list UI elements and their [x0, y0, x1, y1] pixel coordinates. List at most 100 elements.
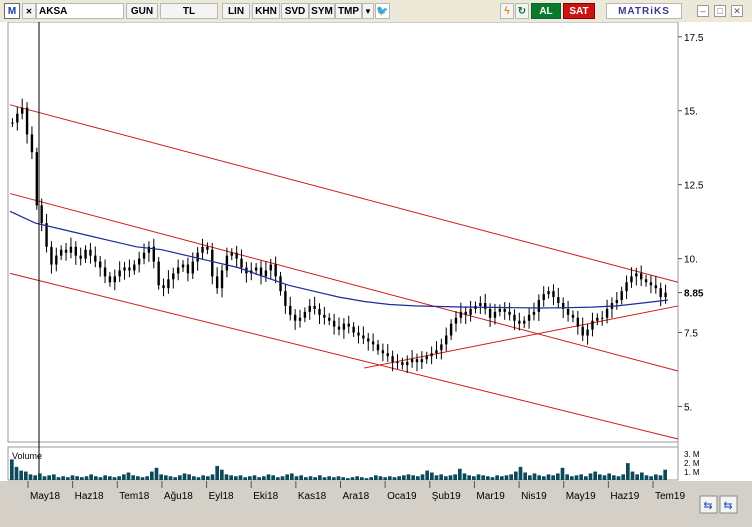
volume-bar [332, 477, 336, 480]
volume-bar [150, 471, 154, 480]
dropdown-arrow-icon[interactable]: ▼ [362, 3, 374, 19]
volume-bar [47, 475, 51, 480]
chart-frame: 17.5 15. 12.5 10. 8.85 7.5 5. 3. M 2. M 1. M Vol… [0, 21, 752, 522]
volume-bar [378, 476, 383, 480]
price-candle [157, 257, 160, 290]
volume-bar [145, 476, 149, 480]
price-chart[interactable]: 17.5 15. 12.5 10. 8.85 7.5 5. 3. M2. M1. M Vol… [0, 21, 752, 522]
volume-bar [117, 476, 121, 480]
volume-bar [122, 474, 126, 480]
volume-bar [537, 475, 541, 480]
volume-bar [570, 476, 574, 480]
scale-button[interactable]: LIN [222, 3, 250, 19]
volume-bar [187, 474, 191, 480]
volume-bar [206, 476, 210, 480]
volume-bar [500, 476, 504, 480]
volume-bar [66, 477, 70, 480]
matriks-menu-button[interactable]: M [4, 3, 20, 19]
volume-bar [243, 477, 247, 480]
tmp-button[interactable]: TMP [335, 3, 362, 19]
volume-bar [402, 475, 406, 480]
volume-bar [285, 474, 289, 480]
volume-bar [556, 473, 560, 480]
symbol-input[interactable]: AKSA [36, 3, 124, 19]
volume-plot-area [7, 446, 679, 481]
volume-bar [383, 477, 387, 480]
volume-bar [89, 474, 93, 480]
lightning-icon[interactable]: ϟ [500, 3, 514, 19]
x-tick-label: Kas18 [298, 491, 327, 502]
volume-bar [38, 473, 42, 480]
volume-bar [201, 475, 205, 480]
x-tick-label: Eyl18 [209, 491, 234, 502]
y-tick-label: 5. [684, 403, 692, 414]
volume-bar [80, 477, 84, 480]
volume-bar [453, 474, 457, 480]
volume-bar [290, 473, 294, 480]
volume-bar [621, 474, 625, 480]
volume-bar [136, 476, 140, 480]
volume-bar [42, 476, 47, 480]
period-button[interactable]: GUN [126, 3, 158, 19]
minimize-icon[interactable]: – [697, 5, 709, 17]
sym-button[interactable]: SYM [309, 3, 335, 19]
refresh-icon[interactable]: ↻ [515, 3, 529, 19]
volume-bar [271, 475, 275, 480]
volume-bar [318, 475, 322, 480]
currency-button[interactable]: TL [160, 3, 218, 19]
volume-bar [584, 476, 588, 480]
sell-button[interactable]: SAT [563, 3, 595, 19]
x-tick-label: Ara18 [343, 491, 370, 502]
volume-bar [523, 472, 527, 480]
volume-bar [108, 476, 112, 480]
volume-bar [280, 476, 285, 480]
volume-bar [551, 475, 555, 480]
y-tick-label: 7.5 [684, 329, 698, 340]
volume-bar [24, 471, 28, 480]
volume-bar [406, 474, 411, 480]
zoom-icon: ⇆ [723, 500, 732, 512]
volume-bar [28, 474, 33, 480]
volume-bar [388, 476, 392, 480]
volume-bar [19, 470, 23, 480]
volume-bar [420, 474, 425, 480]
x-tick-label: May19 [566, 491, 596, 502]
volume-tick-label: 2. M [684, 459, 700, 468]
volume-bar [360, 477, 364, 480]
price-candle [35, 147, 39, 210]
volume-bar [346, 478, 350, 480]
volume-bar [411, 475, 415, 480]
volume-bar [430, 472, 434, 480]
volume-bar [416, 476, 420, 480]
close-symbol-icon[interactable]: ✕ [22, 3, 36, 19]
y-tick-label: 8.85 [684, 289, 704, 300]
volume-bar [654, 474, 658, 480]
volume-bar [448, 475, 453, 480]
volume-bar [458, 468, 462, 480]
volume-tick-label: 1. M [684, 468, 700, 477]
volume-bar [140, 477, 145, 480]
volume-bar [495, 475, 499, 480]
volume-bar [33, 475, 37, 480]
volume-bar [644, 475, 649, 480]
volume-bar [229, 475, 233, 480]
buy-button[interactable]: AL [531, 3, 561, 19]
volume-bar [248, 476, 252, 480]
volume-bar [112, 477, 117, 480]
x-tick-label: Ağu18 [164, 491, 193, 502]
twitter-icon[interactable]: 🐦 [375, 3, 390, 19]
volume-bar [565, 474, 569, 480]
x-tick-label: Eki18 [253, 491, 278, 502]
khn-button[interactable]: KHN [252, 3, 280, 19]
volume-bar [238, 475, 243, 480]
volume-bar [369, 477, 373, 480]
volume-bar [56, 477, 61, 480]
y-tick-label: 15. [684, 107, 698, 118]
maximize-icon[interactable]: □ [714, 5, 726, 17]
volume-bar [224, 474, 229, 480]
x-tick-label: Tem19 [655, 491, 685, 502]
close-icon[interactable]: ✕ [731, 5, 743, 17]
volume-bar [341, 477, 345, 480]
svd-button[interactable]: SVD [281, 3, 309, 19]
volume-bar [560, 467, 565, 480]
